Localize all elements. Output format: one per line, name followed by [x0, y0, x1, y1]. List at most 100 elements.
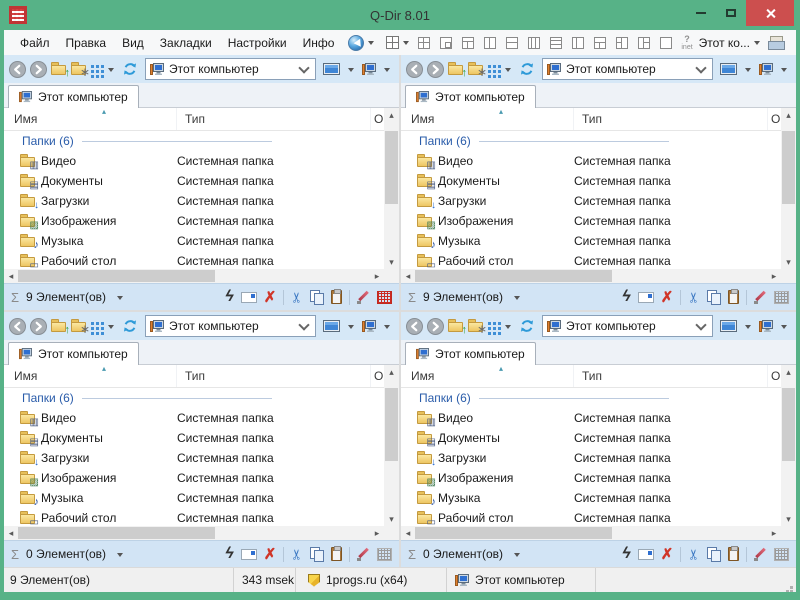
address-combobox[interactable]: Этот компьютер: [542, 58, 713, 80]
list-item[interactable]: Изображения Системная папка: [4, 211, 399, 231]
group-header[interactable]: Папки (6): [401, 131, 796, 151]
column-type[interactable]: Тип: [574, 365, 768, 387]
scroll-down-icon[interactable]: [781, 255, 796, 269]
layout-preset-icon[interactable]: [594, 37, 606, 49]
vertical-scrollbar[interactable]: [384, 365, 399, 526]
scrollbar-thumb[interactable]: [782, 388, 795, 461]
forward-button[interactable]: [30, 61, 47, 78]
computer-button[interactable]: [362, 63, 376, 76]
tab-bar[interactable]: Этот компьютер: [401, 340, 796, 365]
view-mode-button[interactable]: [91, 65, 100, 74]
list-item[interactable]: Документы Системная папка: [401, 428, 796, 448]
list-item[interactable]: Рабочий стол Системная папка: [4, 251, 399, 269]
globe-icon[interactable]: [348, 35, 364, 51]
pane-indicator-icon[interactable]: [377, 291, 392, 304]
cut-icon[interactable]: [291, 546, 303, 563]
scroll-left-icon[interactable]: [401, 269, 415, 283]
menu-bookmarks[interactable]: Закладки: [152, 36, 220, 50]
scroll-left-icon[interactable]: [4, 269, 18, 283]
copy-icon[interactable]: [310, 547, 324, 561]
column-name[interactable]: Имя: [4, 365, 177, 387]
scroll-down-icon[interactable]: [781, 512, 796, 526]
list-item[interactable]: Рабочий стол Системная папка: [4, 508, 399, 526]
refresh-button[interactable]: [519, 61, 535, 77]
scroll-up-icon[interactable]: [781, 365, 796, 379]
screen-dropdown-icon[interactable]: [745, 325, 751, 332]
list-item[interactable]: Видео Системная папка: [401, 151, 796, 171]
list-item[interactable]: Изображения Системная папка: [401, 468, 796, 488]
computer-dropdown-icon[interactable]: [384, 325, 390, 332]
refresh-button[interactable]: [122, 318, 138, 334]
delete-icon[interactable]: [661, 288, 674, 306]
pane-indicator-icon[interactable]: [774, 291, 789, 304]
quick-link-icon[interactable]: [225, 545, 233, 563]
address-combobox[interactable]: Этот компьютер: [542, 315, 713, 337]
screen-dropdown-icon[interactable]: [348, 68, 354, 75]
cut-icon[interactable]: [688, 289, 700, 306]
menu-view[interactable]: Вид: [114, 36, 152, 50]
quickdir-selector[interactable]: Этот ко...: [699, 36, 750, 50]
column-name[interactable]: Имя: [401, 365, 574, 387]
tab-bar[interactable]: Этот компьютер: [4, 340, 399, 365]
view-mode-dropdown-icon[interactable]: [108, 325, 114, 332]
paste-icon[interactable]: [331, 547, 342, 561]
combo-chevron-icon[interactable]: [695, 319, 706, 330]
address-combobox[interactable]: Этот компьютер: [145, 315, 316, 337]
scroll-right-icon[interactable]: [370, 269, 384, 283]
view-mode-button[interactable]: [91, 322, 100, 331]
layout-preset-icon[interactable]: [484, 37, 496, 49]
list-item[interactable]: Документы Системная папка: [4, 171, 399, 191]
scrollbar-thumb[interactable]: [415, 270, 612, 282]
list-item[interactable]: Музыка Системная папка: [401, 488, 796, 508]
view-mode-dropdown-icon[interactable]: [108, 68, 114, 75]
color-pen-icon[interactable]: [357, 291, 370, 304]
scrollbar-track[interactable]: [781, 379, 796, 512]
back-button[interactable]: [9, 318, 26, 335]
parent-folder-button[interactable]: [51, 62, 67, 76]
color-pen-icon[interactable]: [357, 548, 370, 561]
vertical-scrollbar[interactable]: [384, 108, 399, 269]
view-mode-button[interactable]: [488, 322, 497, 331]
list-item[interactable]: Рабочий стол Системная папка: [401, 508, 796, 526]
column-name[interactable]: Имя: [401, 108, 574, 130]
parent-folder-button[interactable]: [448, 62, 464, 76]
scrollbar-track[interactable]: [415, 269, 767, 283]
column-size[interactable]: О: [768, 108, 781, 130]
layout-preset-icon[interactable]: [638, 37, 650, 49]
scrollbar-track[interactable]: [781, 122, 796, 255]
quickdir-dropdown-icon[interactable]: [754, 41, 760, 48]
new-folder-button[interactable]: [468, 319, 484, 333]
screen-preview-button[interactable]: [720, 63, 737, 76]
list-item[interactable]: Видео Системная папка: [4, 151, 399, 171]
scrollbar-track[interactable]: [18, 526, 370, 540]
back-button[interactable]: [406, 61, 423, 78]
cut-icon[interactable]: [688, 546, 700, 563]
tab-bar[interactable]: Этот компьютер: [401, 83, 796, 108]
list-item[interactable]: Музыка Системная папка: [401, 231, 796, 251]
color-pen-icon[interactable]: [754, 291, 767, 304]
quick-link-icon[interactable]: [622, 288, 630, 306]
parent-folder-button[interactable]: [51, 319, 67, 333]
computer-dropdown-icon[interactable]: [781, 68, 787, 75]
rename-icon[interactable]: [638, 549, 654, 560]
maximize-button[interactable]: [716, 0, 746, 26]
column-type[interactable]: Тип: [177, 108, 371, 130]
tab-this-computer[interactable]: Этот компьютер: [405, 85, 536, 108]
combo-chevron-icon[interactable]: [695, 62, 706, 73]
tab-this-computer[interactable]: Этот компьютер: [8, 85, 139, 108]
layout-preset-icon[interactable]: [616, 37, 628, 49]
group-header[interactable]: Папки (6): [4, 131, 399, 151]
rename-icon[interactable]: [638, 292, 654, 303]
vertical-scrollbar[interactable]: [781, 365, 796, 526]
list-item[interactable]: Загрузки Системная папка: [401, 191, 796, 211]
scrollbar-track[interactable]: [384, 379, 399, 512]
scroll-right-icon[interactable]: [370, 526, 384, 540]
count-dropdown-icon[interactable]: [117, 296, 123, 303]
column-size[interactable]: О: [371, 108, 384, 130]
new-folder-button[interactable]: [468, 62, 484, 76]
scrollbar-track[interactable]: [415, 526, 767, 540]
layout-dropdown-icon[interactable]: [403, 41, 409, 48]
scrollbar-thumb[interactable]: [782, 131, 795, 204]
scrollbar-thumb[interactable]: [18, 270, 215, 282]
scrollbar-track[interactable]: [18, 269, 370, 283]
